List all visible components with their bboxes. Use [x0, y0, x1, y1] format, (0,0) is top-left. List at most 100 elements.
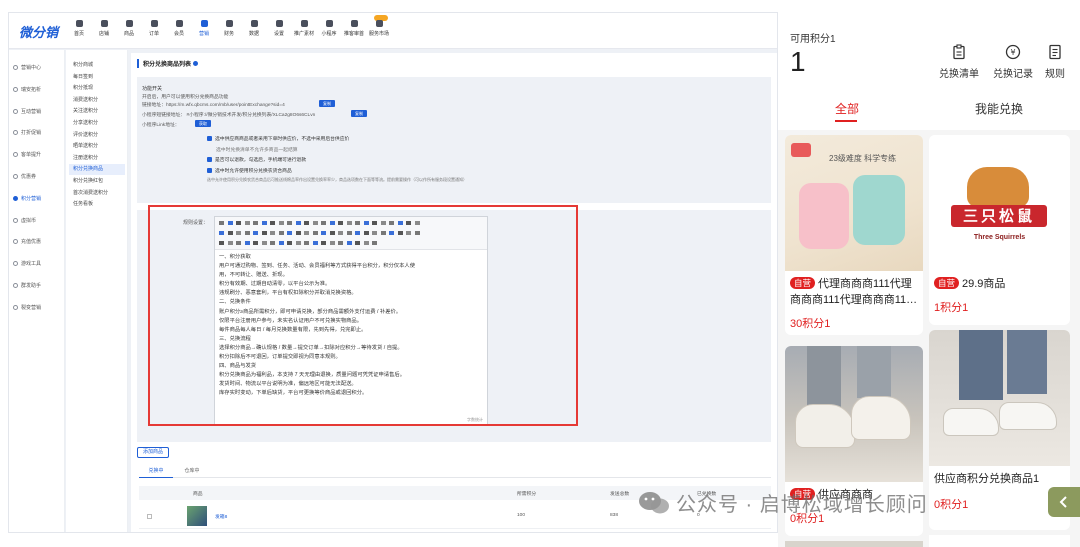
toolbar-icon[interactable]: [278, 241, 284, 245]
toolbar-icon[interactable]: [304, 231, 309, 235]
toolbar-icon[interactable]: [338, 221, 343, 225]
toolbar-icon[interactable]: [244, 221, 250, 225]
toolbar-icon[interactable]: [236, 221, 241, 225]
toolbar-icon[interactable]: [219, 241, 224, 245]
submenu-item[interactable]: 积分商城: [69, 60, 125, 71]
toolbar-icon[interactable]: [397, 231, 403, 235]
product-card[interactable]: 23级难度 科学专练 自营 代理商商商111代理商商商111代理商商商11… 30…: [785, 135, 923, 335]
toolbar-icon[interactable]: [389, 231, 394, 235]
toolbar-icon[interactable]: [236, 241, 241, 245]
back-float-button[interactable]: [1048, 487, 1080, 517]
toolbar-icon[interactable]: [295, 231, 301, 235]
toolbar-icon[interactable]: [406, 221, 411, 225]
nav-item[interactable]: 店铺: [94, 18, 114, 37]
toolbar-icon[interactable]: [372, 231, 377, 235]
sidebar-item[interactable]: 裂变营销: [13, 304, 41, 311]
toolbar-icon[interactable]: [261, 241, 267, 245]
rules-button[interactable]: 规则: [1032, 44, 1078, 80]
submenu-item[interactable]: 评价送积分: [69, 130, 125, 141]
checkbox-supplier-price[interactable]: 选中供应商商品或者采用下单时供应价，不选中采用后台供应价: [207, 135, 349, 142]
toolbar-icon[interactable]: [295, 221, 301, 225]
toolbar-icon[interactable]: [304, 241, 309, 245]
toolbar-icon[interactable]: [253, 241, 258, 245]
toolbar-icon[interactable]: [253, 231, 258, 235]
sidebar-item[interactable]: 虚拟币: [13, 217, 36, 224]
toolbar-icon[interactable]: [372, 221, 377, 225]
toolbar-icon[interactable]: [287, 241, 292, 245]
checkbox-refund[interactable]: 是否可以退款，勾选后，手机端可进行退款: [207, 156, 306, 163]
product-name-link[interactable]: 发箱8: [215, 513, 227, 520]
submenu-item[interactable]: 注册送积分: [69, 153, 125, 164]
submenu-item[interactable]: 关注送积分: [69, 106, 125, 117]
toolbar-icon[interactable]: [236, 231, 241, 235]
toolbar-icon[interactable]: [380, 231, 386, 235]
toolbar-icon[interactable]: [321, 241, 326, 245]
toolbar-icon[interactable]: [397, 221, 403, 225]
nav-item[interactable]: 营销: [194, 18, 214, 37]
sidebar-item[interactable]: 互动营销: [13, 108, 41, 115]
nav-item[interactable]: 会员: [169, 18, 189, 37]
sidebar-item[interactable]: 优惠券: [13, 173, 36, 180]
toolbar-icon[interactable]: [270, 231, 275, 235]
toolbar-icon[interactable]: [287, 231, 292, 235]
toolbar-icon[interactable]: [295, 241, 301, 245]
toolbar-icon[interactable]: [312, 221, 318, 225]
toolbar-icon[interactable]: [329, 231, 335, 235]
nav-item[interactable]: 小程序: [319, 18, 339, 37]
toolbar-icon[interactable]: [363, 221, 369, 225]
toolbar-icon[interactable]: [244, 231, 250, 235]
toolbar-icon[interactable]: [312, 241, 318, 245]
exchange-list-button[interactable]: 兑换清单: [936, 44, 982, 80]
nav-item[interactable]: 商品: [119, 18, 139, 37]
nav-item[interactable]: 设置: [269, 18, 289, 37]
tab-exchanging[interactable]: 兑换中: [139, 465, 173, 478]
editor-content[interactable]: 一、积分获取 用户可通过购物、签到、任务、活动、会员福利等方式获得平台积分，积分仅…: [219, 253, 485, 399]
copy-mini-link-button[interactable]: 复制: [351, 110, 367, 117]
sidebar-item[interactable]: 充值优惠: [13, 238, 41, 245]
exchange-record-button[interactable]: ¥ 兑换记录: [990, 44, 1036, 80]
toolbar-icon[interactable]: [321, 231, 326, 235]
toolbar-icon[interactable]: [270, 221, 275, 225]
toolbar-icon[interactable]: [278, 231, 284, 235]
toolbar-icon[interactable]: [321, 221, 326, 225]
rich-text-editor[interactable]: 一、积分获取 用户可通过购物、签到、任务、活动、会员福利等方式获得平台积分，积分仅…: [214, 216, 488, 426]
product-card[interactable]: 三只松鼠 Three Squirrels 自营 29.9商品 1积分1: [929, 135, 1070, 325]
submenu-item[interactable]: 每日签到: [69, 72, 125, 83]
submenu-item[interactable]: 任务看板: [69, 199, 125, 210]
sidebar-item[interactable]: 打折促销: [13, 129, 41, 136]
nav-item[interactable]: 推广素材: [294, 18, 314, 37]
toolbar-icon[interactable]: [227, 241, 233, 245]
submenu-item[interactable]: 积分兑换红包: [69, 176, 125, 187]
sidebar-item[interactable]: 瑞安拓析: [13, 86, 41, 93]
toolbar-icon[interactable]: [414, 221, 420, 225]
toolbar-icon[interactable]: [338, 231, 343, 235]
tab-can-exchange[interactable]: 我能兑换: [975, 100, 1023, 117]
submenu-item[interactable]: 积分抵现: [69, 83, 125, 94]
toolbar-icon[interactable]: [219, 221, 224, 225]
toolbar-icon[interactable]: [253, 221, 258, 225]
toolbar-icon[interactable]: [329, 241, 335, 245]
add-product-button[interactable]: 添加商品: [137, 447, 170, 458]
toolbar-icon[interactable]: [219, 231, 224, 235]
copy-link-button[interactable]: 复制: [319, 100, 335, 107]
toolbar-icon[interactable]: [355, 221, 360, 225]
toolbar-icon[interactable]: [227, 231, 233, 235]
nav-item[interactable]: 服务市场: [369, 18, 389, 37]
sidebar-item[interactable]: 游戏工具: [13, 260, 41, 267]
toolbar-icon[interactable]: [312, 231, 318, 235]
toolbar-icon[interactable]: [363, 241, 369, 245]
row-checkbox[interactable]: [147, 514, 152, 519]
toolbar-icon[interactable]: [406, 231, 411, 235]
submenu-item[interactable]: 首次消费送积分: [69, 188, 125, 199]
toolbar-icon[interactable]: [346, 231, 352, 235]
toolbar-icon[interactable]: [261, 221, 267, 225]
toolbar-icon[interactable]: [287, 221, 292, 225]
toolbar-icon[interactable]: [227, 221, 233, 225]
tab-all[interactable]: 全部: [835, 100, 859, 117]
toolbar-icon[interactable]: [414, 231, 420, 235]
toolbar-icon[interactable]: [355, 241, 360, 245]
nav-item[interactable]: 推客审首: [344, 18, 364, 37]
toolbar-icon[interactable]: [363, 231, 369, 235]
toolbar-icon[interactable]: [355, 231, 360, 235]
help-icon[interactable]: [193, 61, 199, 66]
